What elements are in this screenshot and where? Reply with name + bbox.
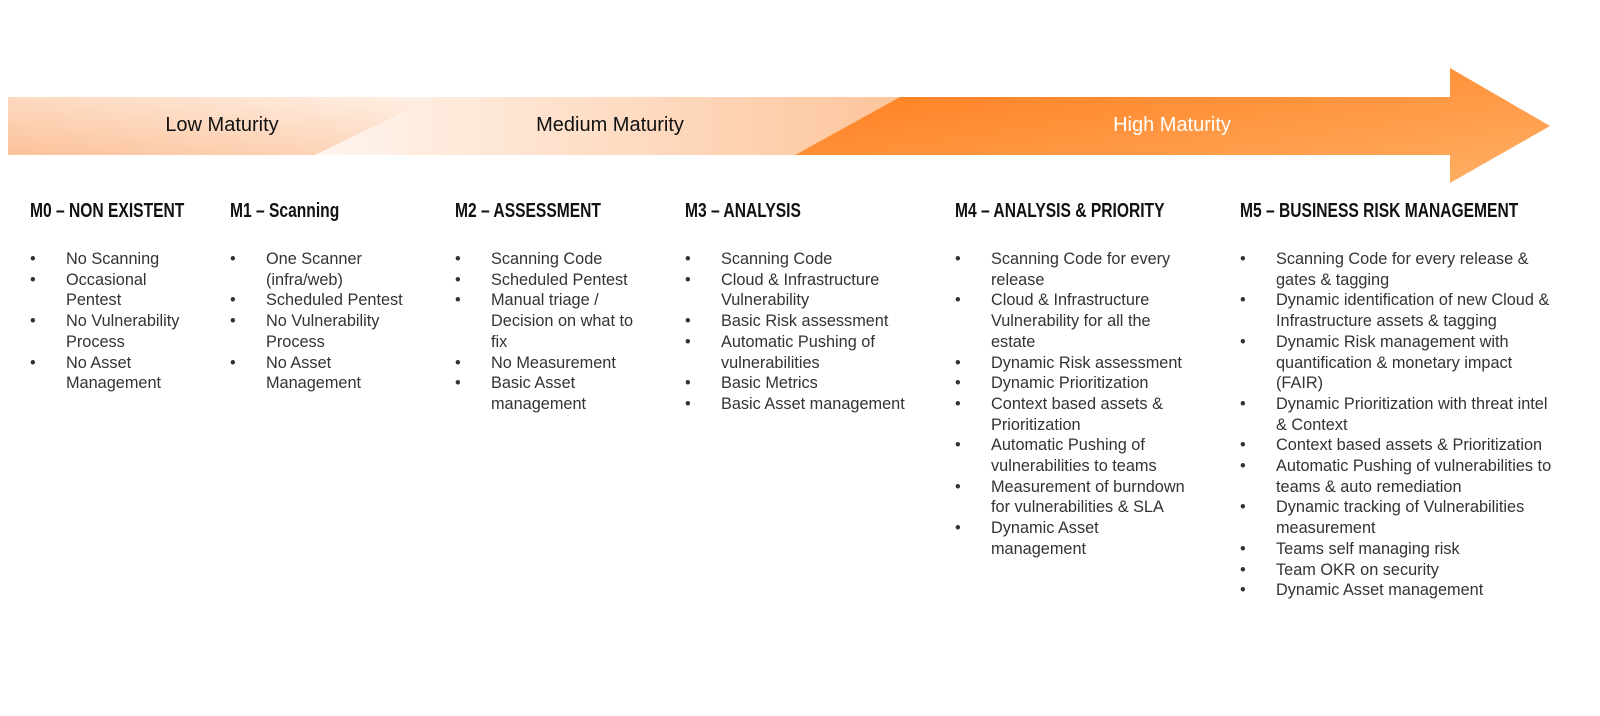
column-list: Scanning Code for every releaseCloud & I… bbox=[955, 249, 1195, 560]
list-item: Teams self managing risk bbox=[1240, 539, 1560, 560]
list-item: Dynamic Asset management bbox=[1240, 580, 1560, 601]
list-item: Automatic Pushing of vulnerabilities to … bbox=[955, 435, 1195, 476]
maturity-column-m1: M1 – Scanning One Scanner (infra/web)Sche… bbox=[230, 200, 405, 394]
list-item: Manual triage / Decision on what to fix bbox=[455, 290, 637, 352]
column-list: One Scanner (infra/web)Scheduled Pentest… bbox=[230, 249, 405, 394]
list-item: Measurement of burndown for vulnerabilit… bbox=[955, 477, 1195, 518]
list-item: Dynamic tracking of Vulnerabilities meas… bbox=[1240, 497, 1560, 538]
column-title: M4 – ANALYSIS & PRIORITY bbox=[955, 200, 1165, 222]
list-item: Dynamic Asset management bbox=[955, 518, 1195, 559]
column-title: M5 – BUSINESS RISK MANAGEMENT bbox=[1240, 200, 1519, 222]
list-item: No Asset Management bbox=[230, 353, 405, 394]
list-item: No Vulnerability Process bbox=[230, 311, 405, 352]
list-item: No Vulnerability Process bbox=[30, 311, 202, 352]
list-item: No Measurement bbox=[455, 353, 637, 374]
list-item: Basic Asset management bbox=[455, 373, 637, 414]
list-item: Cloud & Infrastructure Vulnerability bbox=[685, 270, 910, 311]
band-label-medium: Medium Maturity bbox=[536, 114, 684, 136]
maturity-column-m2: M2 – ASSESSMENT Scanning CodeScheduled Pe… bbox=[455, 200, 637, 415]
list-item: Scanning Code bbox=[685, 249, 910, 270]
list-item: Automatic Pushing of vulnerabilities to … bbox=[1240, 456, 1560, 497]
list-item: Basic Risk assessment bbox=[685, 311, 910, 332]
column-title: M2 – ASSESSMENT bbox=[455, 200, 601, 222]
list-item: Dynamic Risk assessment bbox=[955, 353, 1195, 374]
list-item: Context based assets & Prioritization bbox=[1240, 435, 1560, 456]
column-title: M1 – Scanning bbox=[230, 200, 340, 222]
band-label-low: Low Maturity bbox=[165, 114, 279, 136]
list-item: Dynamic identification of new Cloud & In… bbox=[1240, 290, 1560, 331]
list-item: Scheduled Pentest bbox=[230, 290, 405, 311]
maturity-column-m0: M0 – NON EXISTENT No ScanningOccasional P… bbox=[30, 200, 202, 394]
list-item: Scanning Code for every release & gates … bbox=[1240, 249, 1560, 290]
list-item: Context based assets & Prioritization bbox=[955, 394, 1195, 435]
list-item: Automatic Pushing of vulnerabilities bbox=[685, 332, 910, 373]
list-item: Basic Metrics bbox=[685, 373, 910, 394]
column-title: M0 – NON EXISTENT bbox=[30, 200, 185, 222]
list-item: Basic Asset management bbox=[685, 394, 910, 415]
list-item: Dynamic Risk management with quantificat… bbox=[1240, 332, 1560, 394]
maturity-arrow bbox=[8, 68, 1550, 183]
maturity-column-m5: M5 – BUSINESS RISK MANAGEMENT Scanning Co… bbox=[1240, 200, 1560, 601]
band-label-high: High Maturity bbox=[1113, 114, 1231, 136]
list-item: Scheduled Pentest bbox=[455, 270, 637, 291]
list-item: No Asset Management bbox=[30, 353, 202, 394]
list-item: Dynamic Prioritization with threat intel… bbox=[1240, 394, 1560, 435]
list-item: Team OKR on security bbox=[1240, 560, 1560, 581]
list-item: Scanning Code bbox=[455, 249, 637, 270]
list-item: Occasional Pentest bbox=[30, 270, 202, 311]
column-list: Scanning CodeCloud & Infrastructure Vuln… bbox=[685, 249, 910, 415]
list-item: Cloud & Infrastructure Vulnerability for… bbox=[955, 290, 1195, 352]
list-item: One Scanner (infra/web) bbox=[230, 249, 405, 290]
column-list: No ScanningOccasional PentestNo Vulnerab… bbox=[30, 249, 202, 394]
column-list: Scanning Code for every release & gates … bbox=[1240, 249, 1560, 601]
list-item: Dynamic Prioritization bbox=[955, 373, 1195, 394]
maturity-column-m4: M4 – ANALYSIS & PRIORITY Scanning Code fo… bbox=[955, 200, 1195, 560]
maturity-column-m3: M3 – ANALYSIS Scanning CodeCloud & Infras… bbox=[685, 200, 910, 415]
list-item: No Scanning bbox=[30, 249, 202, 270]
column-title: M3 – ANALYSIS bbox=[685, 200, 801, 222]
column-list: Scanning CodeScheduled PentestManual tri… bbox=[455, 249, 637, 415]
list-item: Scanning Code for every release bbox=[955, 249, 1195, 290]
